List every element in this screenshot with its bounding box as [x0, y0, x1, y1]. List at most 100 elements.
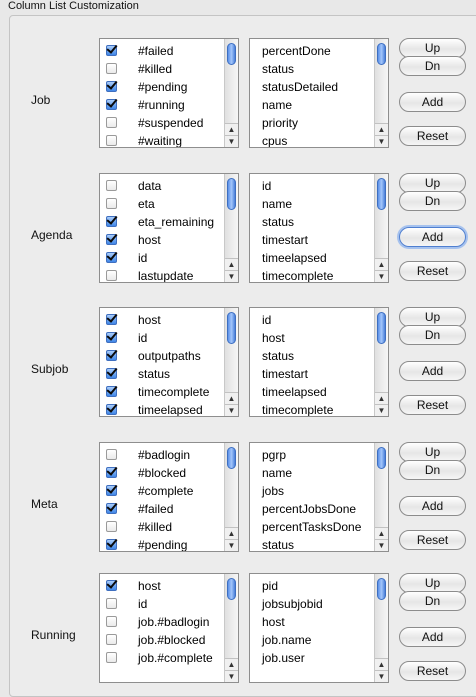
- checkbox[interactable]: [106, 234, 117, 245]
- checkbox[interactable]: [106, 350, 117, 361]
- list-item[interactable]: cpus: [262, 132, 287, 147]
- scroll-thumb[interactable]: [377, 312, 386, 344]
- selected-columns-list[interactable]: id name status timestart timeelapsed timecomp…: [249, 173, 389, 283]
- list-item[interactable]: name: [262, 96, 292, 114]
- checkbox[interactable]: [106, 467, 117, 478]
- checkbox[interactable]: [106, 332, 117, 343]
- scroll-up-arrow-icon[interactable]: ▲: [375, 392, 388, 404]
- list-item[interactable]: timecomplete: [262, 401, 333, 416]
- selected-columns-list[interactable]: percentDone status statusDetailed name prior…: [249, 38, 389, 148]
- up-button[interactable]: Up: [399, 573, 466, 593]
- scroll-up-arrow-icon[interactable]: ▲: [225, 658, 238, 670]
- down-button[interactable]: Dn: [399, 325, 466, 345]
- checkbox[interactable]: [106, 63, 117, 74]
- checkbox[interactable]: [106, 404, 117, 415]
- checkbox[interactable]: [106, 252, 117, 263]
- list-item[interactable]: name: [262, 464, 292, 482]
- checkbox[interactable]: [106, 368, 117, 379]
- up-button[interactable]: Up: [399, 442, 466, 462]
- checkbox[interactable]: [106, 314, 117, 325]
- available-columns-list[interactable]: #badlogin #blocked #complete #failed #killed…: [99, 442, 239, 552]
- list-item[interactable]: percentJobsDone: [262, 500, 356, 518]
- list-item[interactable]: status: [262, 536, 294, 551]
- scroll-down-arrow-icon[interactable]: ▼: [225, 404, 238, 416]
- reset-button[interactable]: Reset: [399, 126, 466, 146]
- up-button[interactable]: Up: [399, 173, 466, 193]
- scroll-down-arrow-icon[interactable]: ▼: [375, 135, 388, 147]
- list-item[interactable]: id: [262, 311, 271, 329]
- list-item[interactable]: priority: [262, 114, 298, 132]
- scroll-up-arrow-icon[interactable]: ▲: [375, 123, 388, 135]
- scroll-up-arrow-icon[interactable]: ▲: [225, 527, 238, 539]
- scroll-up-arrow-icon[interactable]: ▲: [225, 392, 238, 404]
- available-columns-list[interactable]: host id job.#badlogin job.#blocked job.#comp…: [99, 573, 239, 683]
- checkbox[interactable]: [106, 634, 117, 645]
- vertical-scrollbar[interactable]: ▲ ▼: [374, 574, 388, 682]
- selected-columns-list[interactable]: id host status timestart timeelapsed timecomp…: [249, 307, 389, 417]
- vertical-scrollbar[interactable]: ▲ ▼: [224, 308, 238, 416]
- scroll-up-arrow-icon[interactable]: ▲: [375, 658, 388, 670]
- vertical-scrollbar[interactable]: ▲ ▼: [224, 443, 238, 551]
- scroll-down-arrow-icon[interactable]: ▼: [225, 539, 238, 551]
- vertical-scrollbar[interactable]: ▲ ▼: [224, 174, 238, 282]
- vertical-scrollbar[interactable]: ▲ ▼: [224, 574, 238, 682]
- checkbox[interactable]: [106, 539, 117, 550]
- checkbox[interactable]: [106, 485, 117, 496]
- list-item[interactable]: statusDetailed: [262, 78, 338, 96]
- selected-columns-list[interactable]: pid jobsubjobid host job.name job.user ▲ ▼: [249, 573, 389, 683]
- reset-button[interactable]: Reset: [399, 530, 466, 550]
- up-button[interactable]: Up: [399, 307, 466, 327]
- up-button[interactable]: Up: [399, 38, 466, 58]
- checkbox[interactable]: [106, 386, 117, 397]
- available-columns-list[interactable]: data eta eta_remaining host id lastupdate ▲ ▼: [99, 173, 239, 283]
- scroll-thumb[interactable]: [227, 178, 236, 210]
- checkbox[interactable]: [106, 521, 117, 532]
- list-item[interactable]: job.user: [262, 649, 305, 667]
- checkbox[interactable]: [106, 198, 117, 209]
- scroll-down-arrow-icon[interactable]: ▼: [225, 270, 238, 282]
- reset-button[interactable]: Reset: [399, 661, 466, 681]
- checkbox[interactable]: [106, 117, 117, 128]
- list-item[interactable]: timestart: [262, 365, 308, 383]
- down-button[interactable]: Dn: [399, 56, 466, 76]
- checkbox[interactable]: [106, 598, 117, 609]
- scroll-thumb[interactable]: [227, 447, 236, 469]
- checkbox[interactable]: [106, 652, 117, 663]
- scroll-up-arrow-icon[interactable]: ▲: [225, 258, 238, 270]
- checkbox[interactable]: [106, 99, 117, 110]
- scroll-down-arrow-icon[interactable]: ▼: [375, 270, 388, 282]
- list-item[interactable]: percentTasksDone: [262, 518, 361, 536]
- list-item[interactable]: timeelapsed: [262, 383, 327, 401]
- down-button[interactable]: Dn: [399, 191, 466, 211]
- list-item[interactable]: host: [262, 613, 285, 631]
- scroll-down-arrow-icon[interactable]: ▼: [375, 539, 388, 551]
- reset-button[interactable]: Reset: [399, 261, 466, 281]
- selected-columns-list[interactable]: pgrp name jobs percentJobsDone percentTasksD…: [249, 442, 389, 552]
- scroll-thumb[interactable]: [227, 312, 236, 344]
- down-button[interactable]: Dn: [399, 591, 466, 611]
- scroll-up-arrow-icon[interactable]: ▲: [375, 258, 388, 270]
- scroll-down-arrow-icon[interactable]: ▼: [225, 670, 238, 682]
- scroll-down-arrow-icon[interactable]: ▼: [375, 404, 388, 416]
- add-button[interactable]: Add: [399, 627, 466, 647]
- reset-button[interactable]: Reset: [399, 395, 466, 415]
- list-item[interactable]: timeelapsed: [262, 249, 327, 267]
- list-item[interactable]: pid: [262, 577, 278, 595]
- down-button[interactable]: Dn: [399, 460, 466, 480]
- scroll-thumb[interactable]: [377, 178, 386, 210]
- list-item[interactable]: job.name: [262, 631, 311, 649]
- list-item[interactable]: status: [262, 60, 294, 78]
- scroll-down-arrow-icon[interactable]: ▼: [225, 135, 238, 147]
- checkbox[interactable]: [106, 270, 117, 281]
- checkbox[interactable]: [106, 449, 117, 460]
- scroll-thumb[interactable]: [377, 43, 386, 65]
- list-item[interactable]: id: [262, 177, 271, 195]
- checkbox[interactable]: [106, 180, 117, 191]
- scroll-thumb[interactable]: [227, 578, 236, 600]
- list-item[interactable]: name: [262, 195, 292, 213]
- list-item[interactable]: timecomplete: [262, 267, 333, 282]
- checkbox[interactable]: [106, 616, 117, 627]
- checkbox[interactable]: [106, 216, 117, 227]
- scroll-down-arrow-icon[interactable]: ▼: [375, 670, 388, 682]
- list-item[interactable]: status: [262, 213, 294, 231]
